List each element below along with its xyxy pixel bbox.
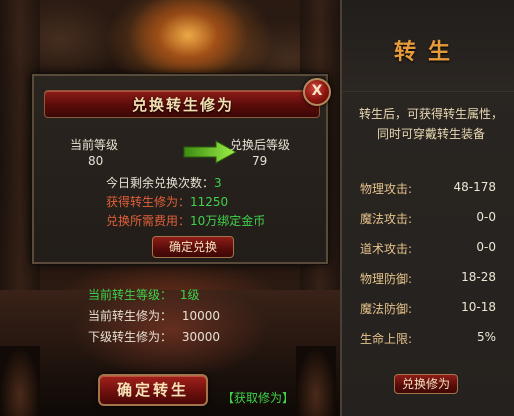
get-cultivation-link[interactable]: 【获取修为】 xyxy=(222,389,294,406)
confirm-exchange-button[interactable]: 确定兑换 xyxy=(152,236,234,258)
stat-row: 魔法防御: 10-18 xyxy=(360,300,504,318)
demon-statue-left xyxy=(0,346,40,416)
demon-statue-right xyxy=(296,346,336,416)
remaining-count-label: 今日剩余兑换次数： xyxy=(106,176,215,190)
stat-value: 0-0 xyxy=(476,210,496,224)
cost-label: 兑换所需费用： xyxy=(106,214,191,228)
stat-row: 物理攻击: 48-178 xyxy=(360,180,504,198)
stat-row: 魔法攻击: 0-0 xyxy=(360,210,504,228)
stat-name: 魔法防御: xyxy=(360,302,413,316)
rebirth-level-label: 当前转生等级： xyxy=(88,288,173,302)
dialog-title: 兑换转生修为 xyxy=(131,96,234,114)
rebirth-panel: 转生 转生后，可获得转生属性，同时可穿戴转生装备 物理攻击: 48-178 魔法… xyxy=(340,0,514,416)
after-level-label: 兑换后等级 xyxy=(230,138,291,152)
next-cultivation-row: 下级转生修为： 30000 xyxy=(88,328,220,345)
panel-title: 转生 xyxy=(393,40,462,65)
stat-row: 物理防御: 18-28 xyxy=(360,270,504,288)
current-cultivation-label: 当前转生修为： xyxy=(88,309,173,323)
stat-value: 0-0 xyxy=(476,240,496,254)
stat-value: 18-28 xyxy=(461,270,496,284)
remaining-count-value: 3 xyxy=(214,176,222,190)
gain-row: 获得转生修为：11250 xyxy=(106,193,228,210)
next-cultivation-value: 30000 xyxy=(181,330,221,344)
panel-header: 转生 xyxy=(342,0,514,92)
stat-row: 生命上限: 5% xyxy=(360,330,504,348)
stat-row: 道术攻击: 0-0 xyxy=(360,240,504,258)
current-cultivation-value: 10000 xyxy=(181,309,221,323)
panel-description: 转生后，可获得转生属性，同时可穿戴转生装备 xyxy=(358,107,503,141)
stat-value: 5% xyxy=(476,330,496,344)
gain-value: 11250 xyxy=(190,195,229,209)
current-level-value: 80 xyxy=(88,154,104,168)
after-level-value: 79 xyxy=(252,154,268,168)
rebirth-level-value: 1级 xyxy=(179,288,200,302)
stat-value: 10-18 xyxy=(461,300,496,314)
gain-label: 获得转生修为： xyxy=(106,195,191,209)
portal-glow xyxy=(128,0,248,80)
exchange-dialog: 兑换转生修为 X 当前等级 80 兑换后等级 79 今日剩余兑换次数：3 获得转… xyxy=(32,74,331,264)
cost-row: 兑换所需费用：10万绑定金币 xyxy=(106,212,265,229)
exchange-cultivation-button[interactable]: 兑换修为 xyxy=(394,374,458,394)
next-cultivation-label: 下级转生修为： xyxy=(88,330,173,344)
confirm-rebirth-button[interactable]: 确定转生 xyxy=(98,374,208,406)
stat-value: 48-178 xyxy=(453,180,496,194)
cost-value: 10万绑定金币 xyxy=(190,214,266,228)
stat-name: 生命上限: xyxy=(360,332,413,346)
current-level-label: 当前等级 xyxy=(70,138,119,152)
stat-name: 物理攻击: xyxy=(360,182,413,196)
current-cultivation-row: 当前转生修为： 10000 xyxy=(88,307,220,324)
dialog-title-bar: 兑换转生修为 xyxy=(44,90,320,118)
remaining-count-row: 今日剩余兑换次数：3 xyxy=(106,174,222,191)
rebirth-level-row: 当前转生等级： 1级 xyxy=(88,286,199,303)
stat-name: 道术攻击: xyxy=(360,242,413,256)
stat-name: 魔法攻击: xyxy=(360,212,413,226)
close-icon[interactable]: X xyxy=(303,78,331,106)
stat-name: 物理防御: xyxy=(360,272,413,286)
